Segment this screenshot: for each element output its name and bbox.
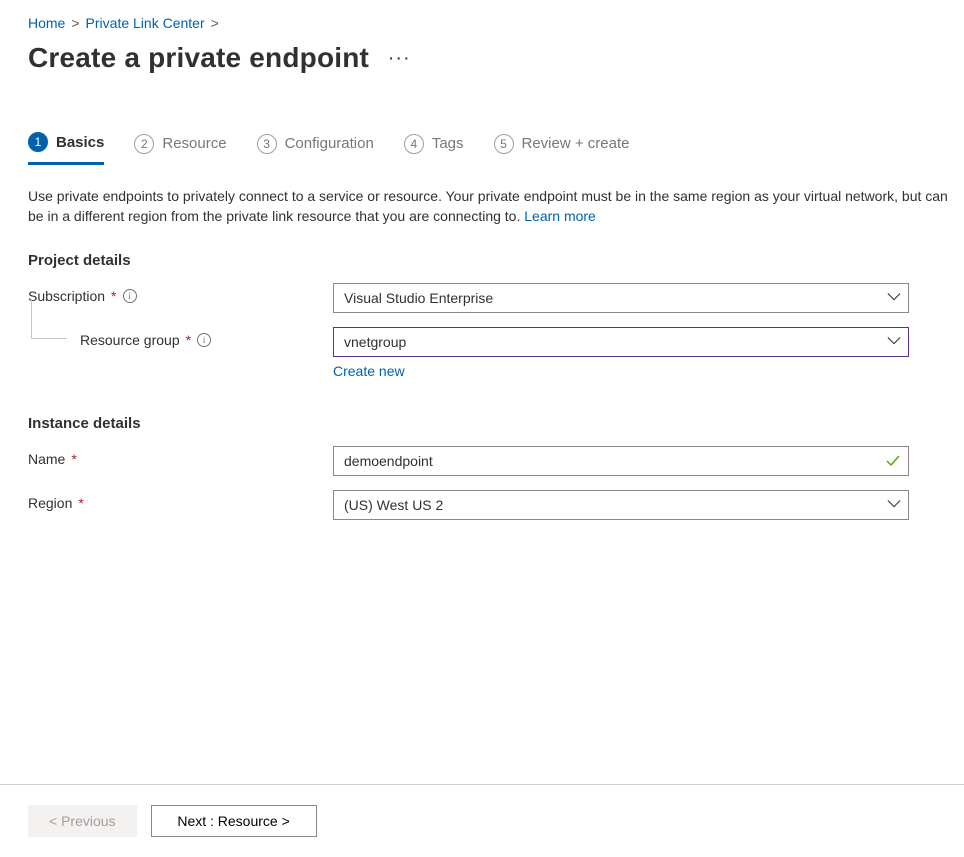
label-region: Region * bbox=[28, 490, 333, 511]
create-new-link[interactable]: Create new bbox=[333, 363, 405, 379]
info-icon[interactable]: i bbox=[123, 289, 137, 303]
required-asterisk-icon: * bbox=[78, 495, 83, 511]
description-text: Use private endpoints to privately conne… bbox=[28, 186, 953, 226]
section-instance-details: Instance details bbox=[28, 415, 964, 432]
description-span: Use private endpoints to privately conne… bbox=[28, 188, 948, 224]
indent-bracket-icon bbox=[31, 299, 67, 339]
tab-basics[interactable]: 1 Basics bbox=[28, 132, 104, 165]
label-text: Resource group bbox=[80, 332, 180, 348]
field-subscription bbox=[333, 283, 909, 313]
breadcrumb: Home > Private Link Center > bbox=[28, 10, 964, 36]
breadcrumb-private-link-center[interactable]: Private Link Center bbox=[86, 15, 205, 31]
resource-group-select[interactable] bbox=[333, 327, 909, 357]
subscription-select[interactable] bbox=[333, 283, 909, 313]
more-icon[interactable]: ··· bbox=[387, 47, 414, 69]
tab-review-create[interactable]: 5 Review + create bbox=[494, 132, 630, 165]
tab-step-number-icon: 2 bbox=[134, 134, 154, 154]
field-region bbox=[333, 490, 909, 520]
chevron-right-icon: > bbox=[71, 15, 79, 31]
label-subscription: Subscription * i bbox=[28, 283, 333, 304]
learn-more-link[interactable]: Learn more bbox=[524, 208, 596, 224]
info-icon[interactable]: i bbox=[197, 333, 211, 347]
name-input[interactable] bbox=[333, 446, 909, 476]
row-subscription: Subscription * i bbox=[28, 283, 964, 313]
previous-button: < Previous bbox=[28, 805, 137, 837]
tab-configuration[interactable]: 3 Configuration bbox=[257, 132, 374, 165]
footer: < Previous Next : Resource > bbox=[0, 785, 964, 857]
field-name bbox=[333, 446, 909, 476]
required-asterisk-icon: * bbox=[186, 332, 191, 348]
next-button[interactable]: Next : Resource > bbox=[151, 805, 317, 837]
row-name: Name * bbox=[28, 446, 964, 476]
field-resource-group: Create new bbox=[333, 327, 909, 381]
label-name: Name * bbox=[28, 446, 333, 467]
required-asterisk-icon: * bbox=[71, 451, 76, 467]
chevron-right-icon: > bbox=[211, 15, 219, 31]
row-region: Region * bbox=[28, 490, 964, 520]
tab-label: Resource bbox=[162, 135, 226, 152]
page-title: Create a private endpoint bbox=[28, 42, 369, 74]
label-resource-group: Resource group * i bbox=[28, 327, 333, 348]
tab-step-number-icon: 4 bbox=[404, 134, 424, 154]
label-text: Region bbox=[28, 495, 72, 511]
breadcrumb-home[interactable]: Home bbox=[28, 15, 65, 31]
tab-step-number-icon: 5 bbox=[494, 134, 514, 154]
tab-resource[interactable]: 2 Resource bbox=[134, 132, 226, 165]
wizard-tabs: 1 Basics 2 Resource 3 Configuration 4 Ta… bbox=[28, 132, 964, 166]
page-body: Home > Private Link Center > Create a pr… bbox=[0, 0, 964, 784]
tab-label: Tags bbox=[432, 135, 464, 152]
tab-label: Basics bbox=[56, 134, 104, 151]
row-resource-group: Resource group * i Create new bbox=[28, 327, 964, 381]
region-select[interactable] bbox=[333, 490, 909, 520]
check-icon bbox=[885, 453, 901, 469]
section-project-details: Project details bbox=[28, 252, 964, 269]
tab-label: Configuration bbox=[285, 135, 374, 152]
label-text: Name bbox=[28, 451, 65, 467]
tab-tags[interactable]: 4 Tags bbox=[404, 132, 464, 165]
title-row: Create a private endpoint ··· bbox=[28, 42, 964, 74]
tab-step-number-icon: 3 bbox=[257, 134, 277, 154]
tab-label: Review + create bbox=[522, 135, 630, 152]
required-asterisk-icon: * bbox=[111, 288, 116, 304]
tab-step-number-icon: 1 bbox=[28, 132, 48, 152]
